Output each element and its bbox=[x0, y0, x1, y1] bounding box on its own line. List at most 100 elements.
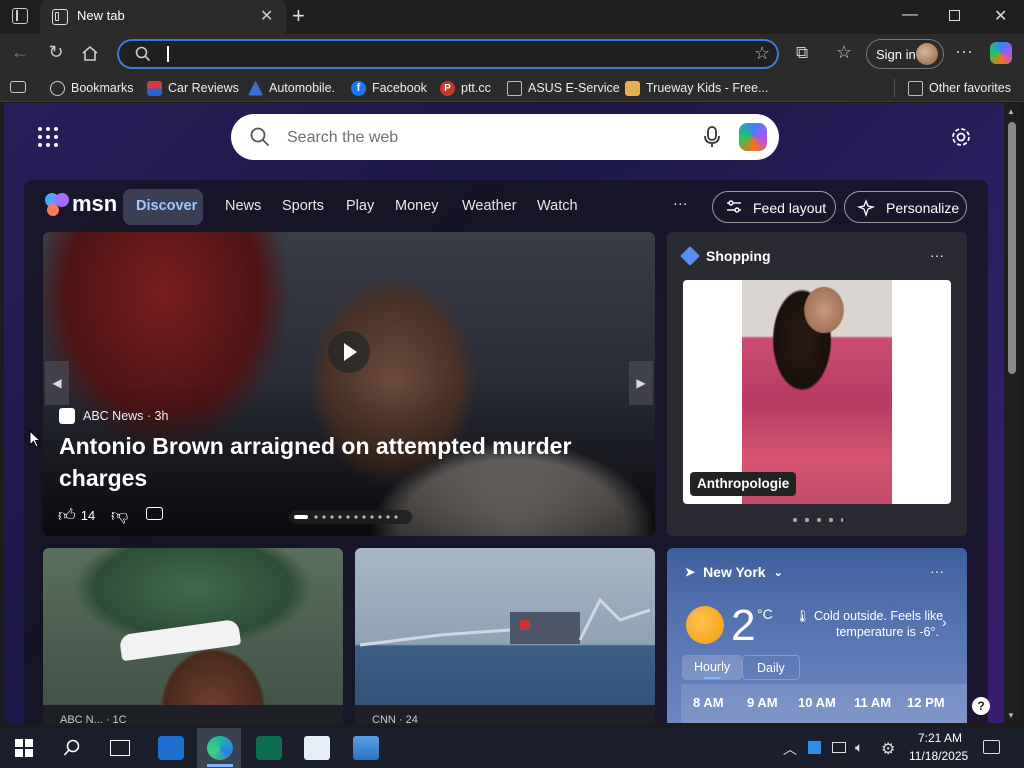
sign-in-button[interactable]: Sign in bbox=[866, 39, 944, 69]
msn-logo[interactable]: msn bbox=[44, 191, 117, 217]
ptt-icon: P bbox=[440, 80, 455, 96]
thumbs-down-icon[interactable]: 👎︎ bbox=[111, 505, 128, 526]
shopping-more-icon[interactable]: ··· bbox=[930, 247, 944, 263]
like-button[interactable]: 👍︎ 14 bbox=[58, 505, 95, 526]
apps-grid-icon[interactable] bbox=[38, 127, 58, 147]
favorite-trueway[interactable]: Trueway Kids - Free... bbox=[625, 79, 769, 97]
favorite-label: ASUS E-Service bbox=[528, 81, 620, 95]
msn-brand: msn bbox=[72, 191, 118, 216]
extensions-icon[interactable]: ⧉ bbox=[796, 43, 808, 63]
tray-app-icon[interactable] bbox=[808, 741, 821, 754]
notifications-icon[interactable] bbox=[983, 740, 1000, 754]
tab-actions-icon[interactable] bbox=[12, 8, 28, 24]
favorite-ptt[interactable]: P ptt.cc bbox=[440, 79, 491, 97]
tab-news[interactable]: News bbox=[225, 198, 261, 214]
carousel-dots[interactable] bbox=[290, 510, 412, 524]
settings-more-icon[interactable]: ··· bbox=[955, 41, 973, 62]
abc-news-logo-icon bbox=[59, 408, 75, 424]
tab-discover[interactable]: Discover bbox=[123, 189, 203, 225]
photos-icon[interactable] bbox=[353, 736, 379, 760]
other-favorites[interactable]: Other favorites bbox=[908, 79, 1011, 97]
taskbar-search-icon[interactable] bbox=[63, 739, 81, 757]
page-settings-gear-icon[interactable] bbox=[950, 126, 972, 148]
weather-temp: 2 bbox=[731, 601, 756, 650]
scroll-down-icon[interactable]: ▼ bbox=[1007, 711, 1015, 720]
product-photo bbox=[742, 280, 892, 504]
new-tab-plus-icon[interactable]: + bbox=[292, 3, 305, 29]
microphone-icon[interactable] bbox=[703, 125, 721, 149]
favorite-asus[interactable]: ASUS E-Service bbox=[507, 79, 620, 97]
windows-start-icon[interactable] bbox=[15, 739, 33, 757]
sign-in-label: Sign in bbox=[876, 47, 916, 62]
copilot-search-icon[interactable] bbox=[739, 123, 767, 151]
favorite-bookmarks[interactable]: Bookmarks bbox=[50, 79, 134, 97]
card-1-source[interactable]: ABC N... · 1C bbox=[60, 714, 127, 723]
card-2-source[interactable]: CNN · 24 bbox=[372, 714, 418, 723]
play-video-icon[interactable] bbox=[328, 331, 370, 373]
tab-play[interactable]: Play bbox=[346, 198, 374, 214]
carousel-next-icon[interactable]: ▶ bbox=[629, 361, 653, 405]
comment-icon[interactable] bbox=[146, 507, 163, 520]
web-search-input[interactable] bbox=[285, 126, 669, 150]
close-window-icon[interactable]: ✕ bbox=[994, 6, 1007, 26]
weather-location[interactable]: ➤ New York ⌄ bbox=[685, 564, 783, 580]
task-view-icon[interactable] bbox=[110, 740, 130, 756]
taskbar bbox=[0, 728, 1024, 768]
chevron-down-icon: ⌄ bbox=[773, 566, 783, 579]
address-input[interactable] bbox=[164, 45, 728, 65]
tab-watch[interactable]: Watch bbox=[537, 198, 578, 214]
weather-desc-2: temperature is -6°. bbox=[836, 625, 939, 639]
clock-time[interactable]: 7:21 AM bbox=[918, 731, 962, 745]
scroll-up-icon[interactable]: ▲ bbox=[1007, 107, 1015, 116]
scrollbar-thumb[interactable] bbox=[1008, 122, 1016, 374]
copilot-icon[interactable] bbox=[990, 42, 1012, 64]
tab-money[interactable]: Money bbox=[395, 198, 439, 214]
personalize-button[interactable]: Personalize bbox=[844, 191, 967, 223]
settings-gear-icon[interactable]: ⚙ bbox=[881, 739, 895, 759]
carousel-prev-icon[interactable]: ◀ bbox=[45, 361, 69, 405]
network-icon[interactable] bbox=[832, 742, 846, 753]
favorite-automobile[interactable]: Automobile. bbox=[248, 79, 335, 97]
home-icon[interactable] bbox=[81, 45, 98, 61]
edge-icon[interactable] bbox=[207, 736, 233, 760]
feed-layout-button[interactable]: Feed layout bbox=[712, 191, 836, 223]
web-search-box[interactable] bbox=[231, 114, 779, 160]
clock-date[interactable]: 11/18/2025 bbox=[909, 749, 968, 763]
refresh-icon[interactable]: ↻ bbox=[44, 42, 68, 63]
tab-weather[interactable]: Weather bbox=[462, 198, 517, 214]
outlook-icon[interactable] bbox=[158, 736, 184, 760]
hero-headline[interactable]: Antonio Brown arraigned on attempted mur… bbox=[59, 430, 619, 494]
favorite-star-icon[interactable]: ☆ bbox=[754, 43, 770, 64]
sparkle-icon bbox=[857, 199, 875, 217]
facebook-icon: f bbox=[351, 80, 366, 96]
folder-icon bbox=[908, 80, 923, 96]
tab-daily[interactable]: Daily bbox=[742, 655, 800, 680]
volume-muted-icon[interactable]: 🔈︎ bbox=[855, 739, 863, 756]
nav-more-icon[interactable]: ··· bbox=[673, 196, 688, 212]
app-window-icon[interactable] bbox=[304, 736, 330, 760]
tab-new-tab[interactable]: New tab ✕ bbox=[40, 0, 286, 34]
feed-layout-label: Feed layout bbox=[753, 200, 827, 216]
minimize-icon[interactable]: — bbox=[902, 6, 918, 24]
new-tab-icon bbox=[52, 9, 68, 25]
close-tab-icon[interactable]: ✕ bbox=[260, 6, 273, 26]
favorite-car-reviews[interactable]: Car Reviews bbox=[147, 79, 239, 97]
show-hidden-icons[interactable]: ︿ bbox=[783, 739, 797, 759]
favorite-label: Bookmarks bbox=[71, 81, 134, 95]
favorites-icon[interactable]: ☆ bbox=[836, 42, 852, 63]
weather-more-icon[interactable]: ··· bbox=[930, 563, 944, 579]
hour-label: 12 PM bbox=[907, 695, 945, 710]
restore-icon[interactable] bbox=[949, 10, 960, 21]
help-icon[interactable]: ? bbox=[972, 697, 990, 715]
back-icon[interactable]: ← bbox=[8, 42, 32, 63]
folder-icon bbox=[507, 80, 522, 96]
app-icon[interactable] bbox=[256, 736, 282, 760]
address-bar[interactable]: ☆ bbox=[117, 39, 779, 69]
weather-next-icon[interactable]: › bbox=[942, 614, 947, 630]
tab-sports[interactable]: Sports bbox=[282, 198, 324, 214]
tab-hourly[interactable]: Hourly bbox=[682, 655, 742, 680]
shopping-dots[interactable] bbox=[789, 517, 843, 523]
favorite-facebook[interactable]: f Facebook bbox=[351, 79, 427, 97]
collections-icon[interactable] bbox=[10, 81, 26, 93]
hero-source[interactable]: ABC News · 3h bbox=[59, 408, 168, 424]
